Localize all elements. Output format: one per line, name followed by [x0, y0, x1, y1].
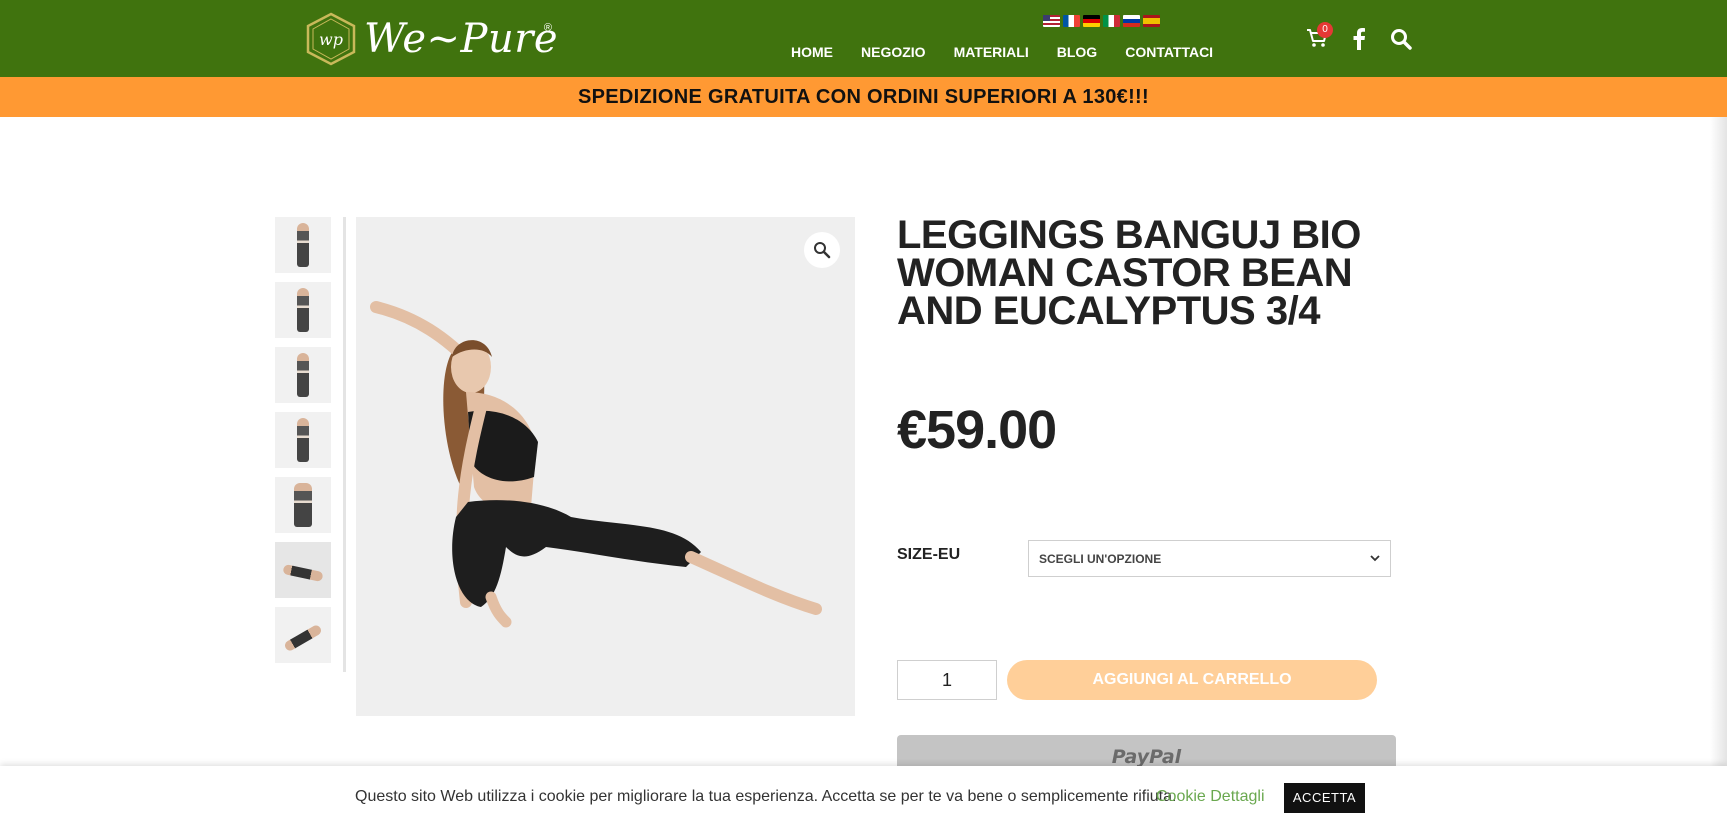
cart-count-badge: 0: [1317, 22, 1333, 38]
logo-text: We~Pure: [364, 16, 559, 62]
nav-item-blog[interactable]: BLOG: [1057, 44, 1097, 60]
product-thumbnails: [275, 217, 331, 672]
size-label: SIZE-EU: [897, 546, 961, 563]
product-title: LEGGINGS BANGUJ BIO WOMAN CASTOR BEAN AN…: [897, 213, 1361, 333]
ru-flag-icon[interactable]: [1123, 15, 1140, 27]
nav-item-home[interactable]: HOME: [791, 44, 833, 60]
size-select-value: SCEGLI UN'OPZIONE: [1039, 551, 1162, 566]
product-price: €59.00: [897, 400, 1057, 460]
cookie-message: Questo sito Web utilizza i cookie per mi…: [355, 788, 1177, 805]
cookie-details-link[interactable]: Cookie Dettagli: [1156, 788, 1265, 806]
chevron-down-icon: [1370, 553, 1380, 565]
product-main-image[interactable]: [356, 217, 855, 716]
it-flag-icon[interactable]: [1103, 15, 1120, 27]
paypal-logo: PayPal: [1111, 746, 1182, 768]
quantity-input[interactable]: 1: [897, 660, 997, 700]
model-photo-illustration: [370, 301, 822, 628]
logo-monogram: wp: [319, 30, 343, 49]
banner-text: SPEDIZIONE GRATUITA CON ORDINI SUPERIORI…: [578, 86, 1149, 108]
product-thumbnail[interactable]: [275, 607, 331, 663]
de-flag-icon[interactable]: [1083, 15, 1100, 27]
nav-item-negozio[interactable]: NEGOZIO: [861, 44, 926, 60]
size-select[interactable]: SCEGLI UN'OPZIONE: [1028, 540, 1391, 577]
fr-flag-icon[interactable]: [1063, 15, 1080, 27]
es-flag-icon[interactable]: [1143, 15, 1160, 27]
thumbnail-scrollbar[interactable]: [343, 217, 346, 672]
product-thumbnail[interactable]: [275, 412, 331, 468]
product-thumbnail[interactable]: [275, 217, 331, 273]
nav-item-materiali[interactable]: MATERIALI: [954, 44, 1029, 60]
cookie-accept-button[interactable]: ACCETTA: [1284, 783, 1365, 813]
free-shipping-banner: SPEDIZIONE GRATUITA CON ORDINI SUPERIORI…: [0, 77, 1727, 117]
add-to-cart-button[interactable]: AGGIUNGI AL CARRELLO: [1007, 660, 1377, 700]
page-edge-shadow: [1710, 117, 1727, 831]
us-flag-icon[interactable]: [1043, 15, 1060, 27]
site-logo[interactable]: wp We~Pure ®: [302, 10, 562, 68]
nav-item-contattaci[interactable]: CONTATTACI: [1125, 44, 1213, 60]
search-icon[interactable]: [1390, 28, 1412, 50]
cookie-consent-bar: Questo sito Web utilizza i cookie per mi…: [0, 766, 1727, 831]
language-switcher: [1043, 15, 1160, 27]
product-thumbnail-active[interactable]: [275, 542, 331, 598]
site-header: wp We~Pure ® HOME NEGOZIO MATERIALI BLOG…: [0, 0, 1727, 77]
facebook-icon[interactable]: [1352, 28, 1366, 50]
product-thumbnail[interactable]: [275, 477, 331, 533]
product-thumbnail[interactable]: [275, 347, 331, 403]
logo-hexagon-icon: wp: [302, 12, 360, 66]
zoom-magnifier-icon[interactable]: [804, 232, 840, 268]
logo-registered-mark: ®: [543, 22, 552, 34]
main-nav: HOME NEGOZIO MATERIALI BLOG CONTATTACI: [791, 44, 1241, 60]
product-thumbnail[interactable]: [275, 282, 331, 338]
